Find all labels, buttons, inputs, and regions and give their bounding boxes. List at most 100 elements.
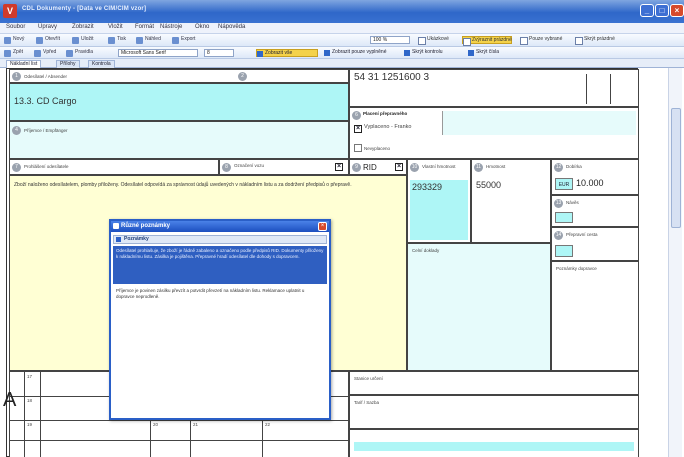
menu-view[interactable]: Zobrazit: [72, 24, 94, 30]
dialog-title-bar[interactable]: Různé poznámky: [111, 221, 329, 232]
tare-field[interactable]: 10 Vlastní hmotnost 293329: [407, 159, 471, 243]
field-number-icon: 13: [554, 199, 563, 208]
customs-field[interactable]: Celní doklady: [407, 243, 551, 371]
font-combo[interactable]: Microsoft Sans Serif: [118, 49, 198, 57]
trailer-input[interactable]: [555, 212, 573, 223]
show-all-toggle[interactable]: Zobrazit vše: [256, 49, 318, 57]
app-icon[interactable]: V: [3, 4, 17, 18]
row-code: 19: [27, 422, 33, 427]
scrollbar-thumb[interactable]: [671, 108, 681, 228]
row-code: 20: [153, 422, 159, 427]
field-number-icon: 10: [410, 163, 419, 172]
print-button[interactable]: Tisk: [108, 36, 126, 45]
menu-insert[interactable]: Vložit: [108, 24, 123, 30]
shipper-declaration-header: 7 Prohlášení odesílatele: [9, 159, 219, 175]
save-button[interactable]: Uložit: [72, 36, 94, 45]
tab-check[interactable]: Kontrola: [88, 60, 115, 68]
bottom-field[interactable]: [349, 429, 639, 457]
main-toolbar: Nový Otevřít Uložit Tisk Náhled Export 1…: [0, 34, 684, 47]
rules-button[interactable]: Pravidla: [66, 49, 93, 58]
declaration-text: Zboží naloženo odesílatelem, plomby přil…: [14, 182, 352, 188]
payment-label: Placení přepravného: [363, 111, 408, 116]
menu-edit[interactable]: Úpravy: [38, 24, 57, 30]
field-number-icon: 11: [474, 163, 483, 172]
vertical-scrollbar[interactable]: [668, 68, 682, 457]
maximize-button[interactable]: □: [655, 4, 669, 17]
receiver-field[interactable]: 4 Příjemce / Empfänger: [9, 121, 349, 159]
tare-input[interactable]: 293329: [410, 180, 468, 240]
forward-button[interactable]: Vpřed: [34, 49, 56, 58]
tare-value: 293329: [412, 182, 443, 192]
row-code: 21: [193, 422, 199, 427]
menu-help[interactable]: Nápověda: [218, 24, 245, 30]
field-number-icon: 7: [12, 163, 21, 172]
font-size-combo[interactable]: 8: [204, 49, 234, 57]
row-code: 17: [27, 374, 33, 379]
weight-label: Hmotnost: [486, 164, 506, 169]
title-bar: V CDL Dokumenty - [Data ve CIM/CIM vzor]…: [0, 0, 684, 23]
tariff-label: Tarif / Sazba: [354, 400, 380, 405]
unfranco-checkbox[interactable]: [354, 144, 362, 152]
franco-checkbox[interactable]: ×: [354, 125, 362, 133]
tab-consignment-note[interactable]: Nákladní list: [6, 60, 42, 68]
cash-on-delivery-field[interactable]: 12 Dobírka EUR 10.000: [551, 159, 639, 195]
payment-detail[interactable]: [442, 111, 636, 135]
menu-format[interactable]: Formát: [135, 24, 154, 30]
field-number-icon: 14: [554, 231, 563, 240]
sender-label: Odesílatel / Absender: [24, 74, 68, 79]
customs-label: Celní doklady: [412, 248, 440, 253]
dialog-section-header[interactable]: Poznámky: [113, 235, 327, 244]
preview-button[interactable]: Náhled: [136, 36, 161, 45]
menu-tools[interactable]: Nástroje: [160, 24, 182, 30]
trailer-field[interactable]: 13 Návěs: [551, 195, 639, 227]
export-button[interactable]: Export: [172, 36, 195, 45]
dialog-close-button[interactable]: ×: [318, 222, 327, 231]
document-number: 54 31 1251600 3: [354, 72, 430, 83]
field-number-icon: 6: [352, 111, 361, 120]
menu-window[interactable]: Okno: [195, 24, 209, 30]
menu-file[interactable]: Soubor: [6, 24, 25, 30]
close-button[interactable]: ×: [670, 4, 684, 17]
sample-checkbox[interactable]: Ukázkové: [418, 36, 449, 45]
rid-field[interactable]: 9 RID ×: [349, 159, 407, 175]
station-field[interactable]: Stanice určení: [349, 371, 639, 395]
hide-check-toggle[interactable]: Skrýt kontrolu: [404, 49, 443, 57]
wagon-checkbox[interactable]: ×: [335, 163, 343, 171]
route-input[interactable]: [555, 245, 573, 257]
hide-empty-checkbox[interactable]: Skrýt prázdné: [575, 36, 615, 45]
field-number-icon: 2: [238, 72, 247, 81]
declaration-label: Prohlášení odesílatele: [24, 164, 69, 169]
dialog-icon: [113, 223, 119, 229]
weight-field[interactable]: 11 Hmotnost 55000: [471, 159, 551, 243]
back-button[interactable]: Zpět: [4, 49, 23, 58]
bottom-highlight[interactable]: [354, 442, 634, 451]
zoom-combo[interactable]: 100 %: [370, 36, 410, 44]
tare-label: Vlastní hmotnost: [422, 164, 456, 169]
sender-field[interactable]: 1 Odesílatel / Absender 2: [9, 69, 349, 83]
wagon-label: Označení vozu: [234, 163, 265, 168]
rid-checkbox[interactable]: ×: [395, 163, 403, 171]
tab-attachments[interactable]: Přílohy: [56, 60, 80, 68]
rid-label: RID: [363, 163, 377, 172]
hide-numbers-toggle[interactable]: Skrýt čísla: [468, 49, 499, 57]
new-button[interactable]: Nový: [4, 36, 24, 45]
highlight-empty-toggle[interactable]: Zvýraznit prázdné: [462, 36, 512, 46]
wagon-field[interactable]: 8 Označení vozu ×: [219, 159, 349, 175]
tariff-field[interactable]: Tarif / Sazba: [349, 395, 639, 429]
document-number-field: 54 31 1251600 3: [349, 69, 639, 107]
route-field[interactable]: 14 Přepravní cesta: [551, 227, 639, 261]
carrier-remarks-field[interactable]: Poznámky dopravce: [551, 261, 639, 371]
section-letter: A: [3, 389, 17, 411]
selected-only-checkbox[interactable]: Pouze vybrané: [520, 36, 562, 45]
minimize-button[interactable]: _: [640, 4, 654, 17]
dialog-text-area[interactable]: Příjemce je povinen zásilku převzít a po…: [113, 286, 327, 416]
unfranco-label: Nevyplaceno: [364, 146, 391, 151]
dialog-selected-item[interactable]: Odesílatel prohlašuje, že zboží je řádně…: [113, 246, 327, 284]
remarks-dialog: Různé poznámky × Poznámky Odesílatel pro…: [109, 219, 331, 420]
station-label: Stanice určení: [354, 376, 383, 381]
carrier-field[interactable]: 13.3. CD Cargo: [9, 83, 349, 121]
format-toolbar: Zpět Vpřed Pravidla Microsoft Sans Serif…: [0, 47, 684, 59]
currency-code[interactable]: EUR: [555, 178, 573, 190]
open-button[interactable]: Otevřít: [36, 36, 60, 45]
show-filled-toggle[interactable]: Zobrazit pouze vyplněné: [324, 49, 386, 57]
